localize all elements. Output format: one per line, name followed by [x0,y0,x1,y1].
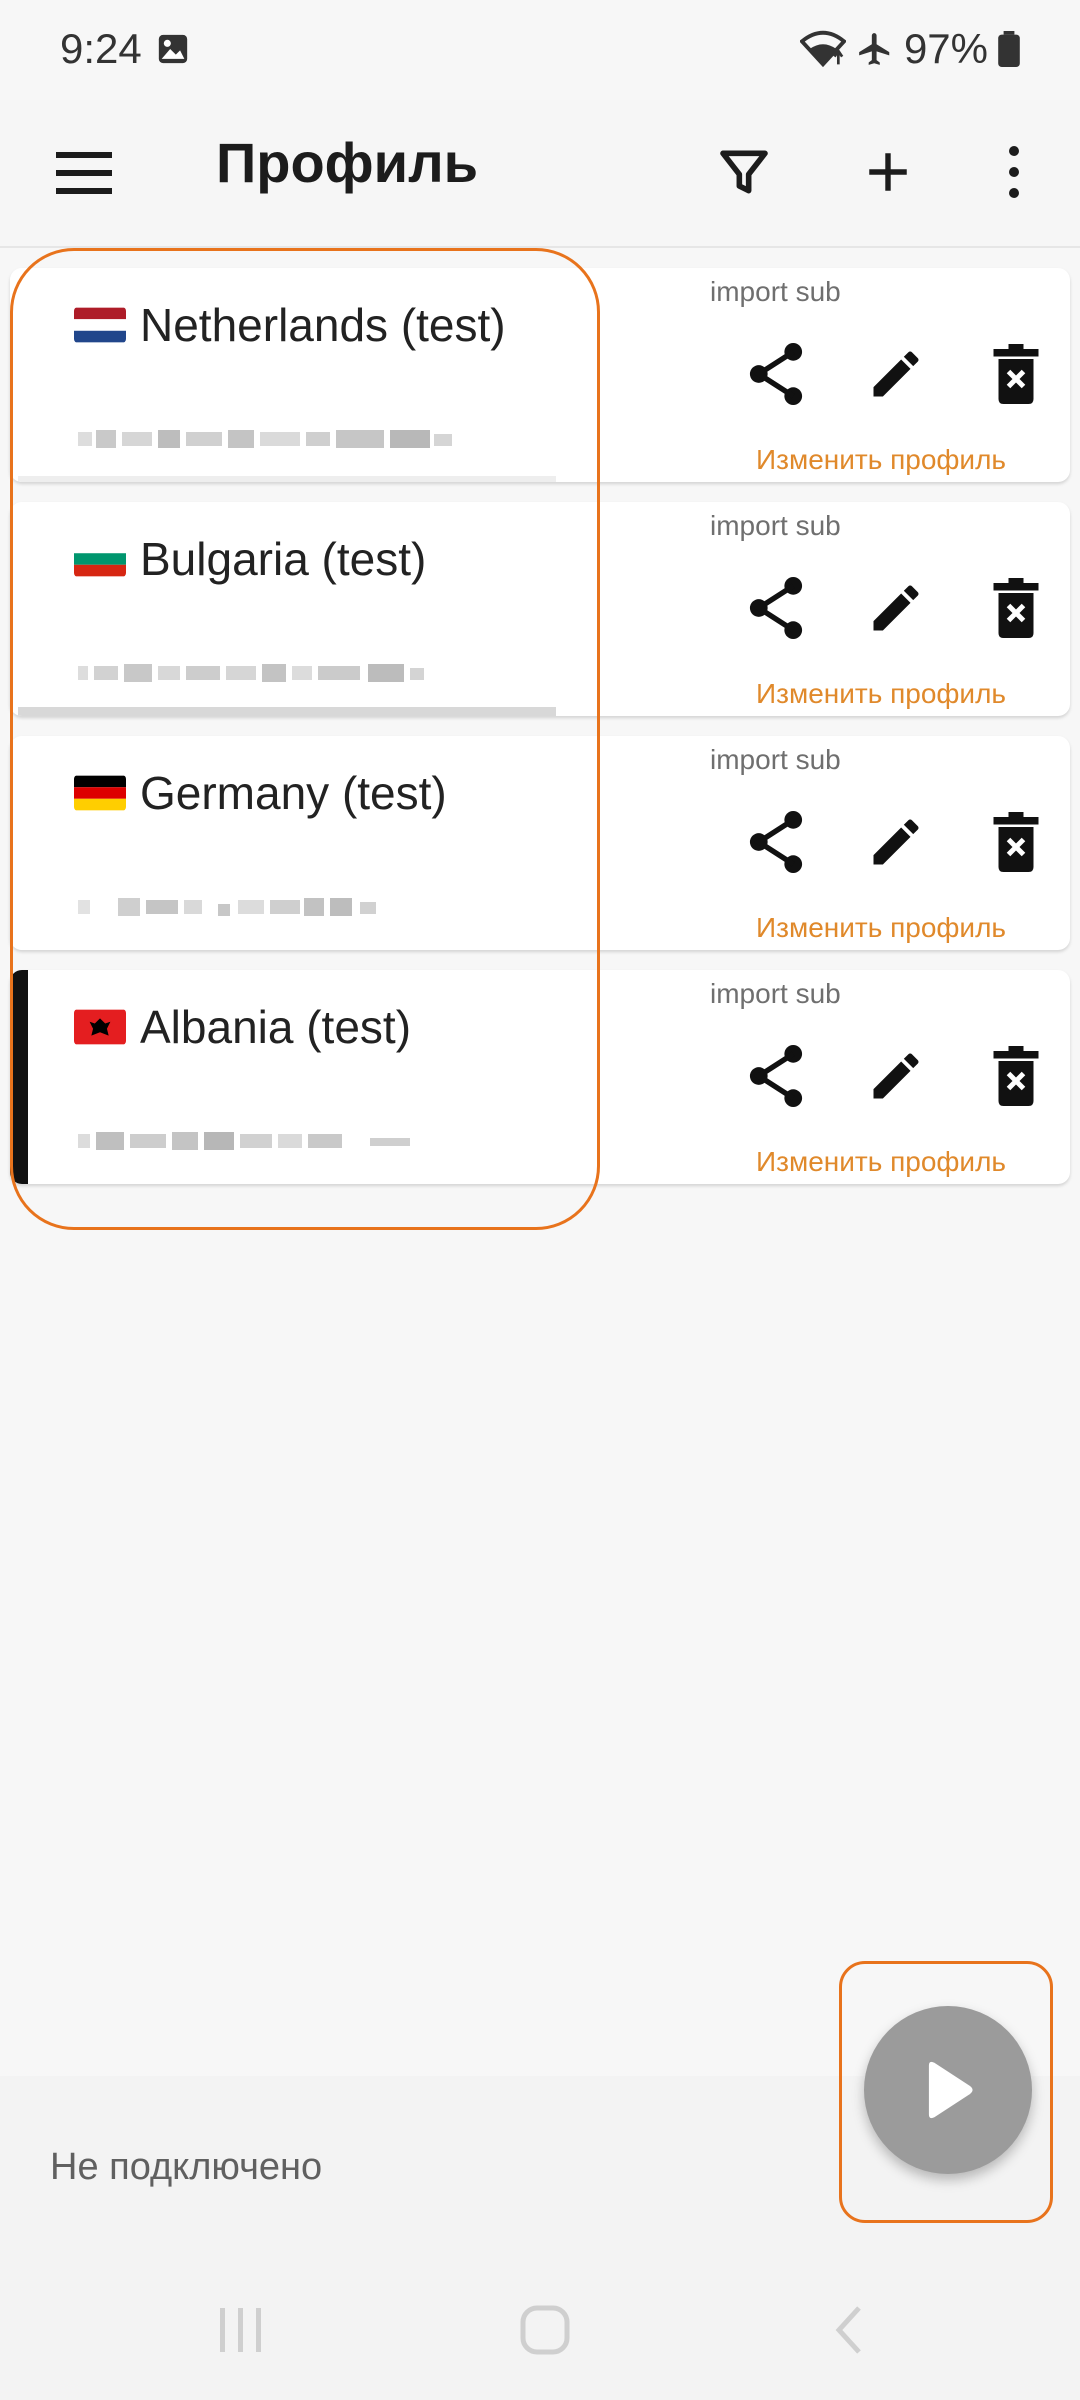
blurred-address [78,898,376,916]
play-icon [928,2061,973,2119]
profile-card-albania[interactable]: Albania (test) import sub Изменить профи… [10,970,1070,1184]
more-vert-icon[interactable] [978,136,1050,208]
edit-profile-link[interactable]: Изменить профиль [756,912,1006,944]
germany-flag-icon [74,775,126,811]
filter-icon[interactable] [708,136,780,208]
recent-apps-icon[interactable] [206,2300,276,2360]
profile-select-area[interactable]: Albania (test) [10,970,558,1184]
home-icon[interactable] [510,2300,580,2360]
blurred-address [78,430,452,448]
separator [18,476,556,482]
share-icon[interactable] [738,804,814,880]
profile-title: Netherlands (test) [74,298,506,352]
add-icon[interactable] [852,136,924,208]
delete-icon[interactable] [978,1038,1054,1114]
edit-icon[interactable] [858,1038,934,1114]
separator [18,707,556,716]
profile-name: Germany (test) [140,767,447,819]
status-bar: 9:24 97% [0,0,1080,100]
profile-name: Bulgaria (test) [140,533,427,585]
profile-card-germany[interactable]: Germany (test) import sub Изменить профи… [10,736,1070,950]
profile-card-bulgaria[interactable]: Bulgaria (test) import sub Изменить проф… [10,502,1070,716]
app-toolbar: Профиль [0,100,1080,248]
page-title: Профиль [216,131,479,194]
profile-name: Albania (test) [140,1001,412,1053]
gallery-icon [156,32,190,66]
edit-icon[interactable] [858,336,934,412]
profile-card-netherlands[interactable]: Netherlands (test) import sub Изменить п… [10,268,1070,482]
airplane-icon [856,30,894,68]
netherlands-flag-icon [74,307,126,343]
subscription-label: import sub [710,276,841,307]
share-icon[interactable] [738,336,814,412]
back-icon[interactable] [814,2300,884,2360]
profile-title: Bulgaria (test) [74,532,426,586]
edit-icon[interactable] [858,804,934,880]
connect-button[interactable] [864,2006,1032,2174]
edit-profile-link[interactable]: Изменить профиль [756,444,1006,476]
battery-icon [998,31,1020,67]
battery-text: 97% [903,25,988,72]
delete-icon[interactable] [978,804,1054,880]
delete-icon[interactable] [978,570,1054,646]
share-icon[interactable] [738,1038,814,1114]
wifi-icon [799,29,846,69]
edit-profile-link[interactable]: Изменить профиль [756,1146,1006,1178]
bulgaria-flag-icon [74,541,126,577]
subscription-label: import sub [710,978,841,1009]
profile-title: Germany (test) [74,766,447,820]
delete-icon[interactable] [978,336,1054,412]
blurred-address [78,1132,410,1150]
profile-select-area[interactable]: Germany (test) [10,736,558,950]
profile-title: Albania (test) [74,1000,411,1054]
subscription-label: import sub [710,510,841,541]
albania-flag-icon [74,1009,126,1045]
system-nav-bar [0,2256,1080,2400]
edit-profile-link[interactable]: Изменить профиль [756,678,1006,710]
profile-select-area[interactable]: Netherlands (test) [10,268,558,482]
status-time: 9:24 [60,25,142,72]
status-right: 97% [799,25,1020,73]
connection-status: Не подключено [50,2146,323,2188]
edit-icon[interactable] [858,570,934,646]
profile-name: Netherlands (test) [140,299,506,351]
profile-select-area[interactable]: Bulgaria (test) [10,502,558,716]
subscription-label: import sub [710,744,841,775]
active-indicator [10,970,28,1184]
share-icon[interactable] [738,570,814,646]
blurred-address [78,664,424,682]
menu-icon[interactable] [46,142,124,204]
